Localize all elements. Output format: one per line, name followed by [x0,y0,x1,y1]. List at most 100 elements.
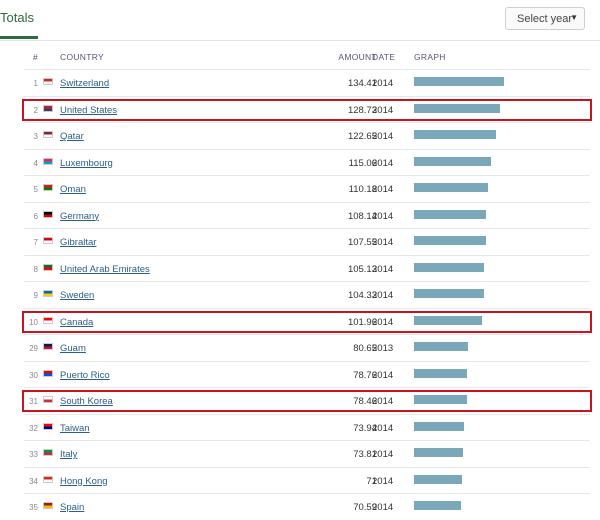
country-link[interactable]: Oman [60,184,86,195]
date-value: 2014 [372,475,394,487]
table-row: 9 Sweden 104.33 2014 [24,281,590,308]
flag-icon [43,263,53,271]
amount-value: 78.76 [353,369,377,381]
row-rank: 34 [29,476,38,486]
date-value: 2014 [372,78,394,89]
year-select-label: Select year [517,13,573,25]
graph-bar [414,342,468,351]
graph-bar [414,448,463,457]
table-row: 2 United States 128.73 2014 [22,95,592,123]
country-link[interactable]: Canada [60,317,93,328]
row-rank: 8 [33,264,38,274]
country-link[interactable]: Italy [60,449,77,460]
flag-icon [43,237,53,244]
country-link[interactable]: Puerto Rico [60,370,110,381]
table-row: 35 Spain 70.59 2014 [24,493,590,520]
amount-value: 80.65 [353,343,377,354]
row-rank: 2 [33,105,38,115]
row-rank: 9 [33,291,38,300]
country-link[interactable]: Spain [60,502,84,513]
table-row: 3 Qatar 122.65 2014 [24,122,590,149]
column-header-num[interactable]: # [24,52,38,62]
date-value: 2014 [372,422,394,434]
table-row: 5 Oman 110.18 2014 [24,175,590,202]
flag-icon [43,184,53,191]
graph-bar [414,156,491,166]
table-row: 8 United Arab Emirates 105.13 2014 [24,254,590,282]
country-link[interactable]: Sweden [60,290,94,301]
flag-icon [43,316,53,324]
amount-value: 115.06 [348,157,377,169]
amount-value: 108.14 [347,210,377,222]
flag-icon [43,210,53,218]
table-header: # COUNTRY AMOUNT DATE GRAPH [24,44,590,69]
flag-icon [43,78,53,85]
date-value: 2014 [372,237,394,248]
amount-value: 101.96 [347,316,377,328]
amount-value: 70.59 [353,502,377,513]
graph-bar [414,130,496,139]
flag-icon [43,396,53,403]
table-row: 1 Switzerland 134.41 2014 [24,69,590,96]
graph-bar [414,474,462,484]
row-rank: 6 [33,211,38,221]
amount-value: 107.55 [347,237,377,248]
flag-icon [43,157,53,165]
graph-bar [414,421,464,431]
graph-bar [414,501,461,510]
chevron-down-icon: ▼ [570,13,578,22]
row-rank: 5 [33,185,38,194]
date-value: 2014 [372,369,394,381]
amount-value: 105.13 [347,263,377,275]
country-link[interactable]: Guam [60,343,86,354]
row-rank: 31 [29,397,38,406]
date-value: 2014 [372,210,394,222]
row-rank: 33 [29,450,38,459]
table-row: 4 Luxembourg 115.06 2014 [24,148,590,176]
row-rank: 4 [33,158,38,168]
date-value: 2014 [372,157,394,169]
date-value: 2013 [372,343,394,354]
tab-active-underline [0,36,38,39]
amount-value: 128.73 [347,104,377,116]
column-header-graph: GRAPH [414,52,446,62]
graph-bar [414,77,504,86]
table-row: 34 Hong Kong 71 2014 [24,466,590,494]
graph-bar [414,395,467,404]
tab-totals[interactable]: Totals [0,8,38,40]
graph-bar [414,103,500,113]
row-rank: 10 [29,317,38,327]
column-header-amount[interactable]: AMOUNT [274,52,377,62]
column-header-date[interactable]: DATE [372,52,395,62]
flag-icon [43,343,53,350]
country-link[interactable]: Taiwan [60,423,90,434]
graph-bar [414,236,486,245]
country-link[interactable]: Gibraltar [60,237,96,248]
totals-table: # COUNTRY AMOUNT DATE GRAPH 1 Switzerland… [22,44,592,520]
country-link[interactable]: Germany [60,211,99,222]
date-value: 2014 [372,131,394,142]
year-select[interactable]: Select year ▼ [505,7,585,30]
country-link[interactable]: Qatar [60,131,84,142]
country-link[interactable]: Hong Kong [60,476,108,487]
date-value: 2014 [372,104,394,116]
amount-value: 73.81 [353,449,377,460]
flag-icon [43,502,53,509]
country-link[interactable]: Switzerland [60,78,109,89]
graph-bar [414,262,484,272]
date-value: 2014 [372,184,394,195]
row-rank: 3 [33,132,38,141]
country-link[interactable]: United States [60,105,117,116]
column-header-country[interactable]: COUNTRY [60,52,104,62]
graph-bar [414,183,488,192]
row-rank: 32 [29,423,38,433]
country-link[interactable]: United Arab Emirates [60,264,150,275]
flag-icon [43,290,53,297]
amount-value: 134.41 [347,78,377,89]
table-row: 30 Puerto Rico 78.76 2014 [24,360,590,388]
table-row: 29 Guam 80.65 2013 [24,334,590,361]
table-row: 10 Canada 101.96 2014 [22,307,592,335]
graph-bar [414,289,484,298]
country-link[interactable]: South Korea [60,396,113,407]
country-link[interactable]: Luxembourg [60,158,113,169]
